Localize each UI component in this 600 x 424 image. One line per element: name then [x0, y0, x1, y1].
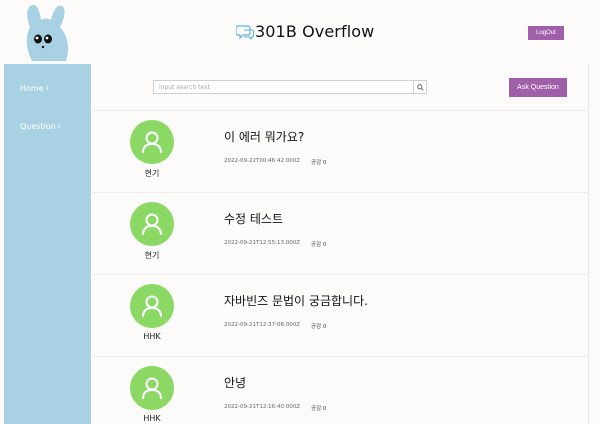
app-title-text: 301B Overflow — [255, 22, 375, 41]
question-title[interactable]: 수정 테스트 — [224, 210, 283, 227]
search-button[interactable] — [413, 80, 427, 94]
user-icon — [142, 295, 162, 318]
logout-button[interactable]: LogOut — [528, 26, 564, 40]
question-item[interactable]: HHK 안녕 2022-09-21T12:16:40.000Z 공감 0 — [91, 357, 589, 424]
avatar[interactable] — [130, 284, 174, 328]
sidebar-item-label: Home — [20, 84, 44, 93]
arrow-down-icon: ⇩ — [56, 123, 62, 130]
author-name[interactable]: 현기 — [130, 250, 174, 261]
search-icon — [416, 83, 424, 91]
like-count: 공감 0 — [311, 406, 327, 412]
question-date: 2022-09-22T00:46:42.000Z — [224, 158, 301, 164]
search-input[interactable] — [153, 80, 413, 94]
author-name[interactable]: 현기 — [130, 168, 174, 179]
avatar[interactable] — [130, 202, 174, 246]
sidebar-item-question[interactable]: Question ⇩ — [20, 122, 62, 131]
search-bar — [153, 80, 427, 94]
avatar[interactable] — [130, 120, 174, 164]
question-title[interactable]: 안녕 — [224, 374, 246, 391]
app-title[interactable]: 301B Overflow — [236, 22, 374, 41]
chat-bubble-icon — [236, 24, 254, 40]
user-icon — [142, 131, 162, 154]
like-count: 공감 0 — [311, 324, 327, 330]
question-meta: 2022-09-21T12:16:40.000Z 공감 0 — [224, 404, 326, 412]
sidebar: Home ⇩ Question ⇩ — [4, 64, 91, 424]
question-item[interactable]: HHK 자바빈즈 문법이 궁금합니다. 2022-09-21T12:37:08.… — [91, 275, 589, 357]
question-meta: 2022-09-21T12:37:08.000Z 공감 0 — [224, 322, 326, 330]
sidebar-item-home[interactable]: Home ⇩ — [20, 84, 50, 93]
author-name[interactable]: HHK — [130, 414, 174, 423]
like-count: 공감 0 — [311, 242, 327, 248]
sidebar-item-label: Question — [20, 122, 56, 131]
arrow-down-icon: ⇩ — [44, 85, 50, 92]
question-date: 2022-09-21T12:55:13.000Z — [224, 240, 301, 246]
user-icon — [142, 213, 162, 236]
toolbar: Ask Question — [91, 64, 589, 111]
main-content: Ask Question 현기 이 에러 뭐가요? 2022-09-22T00:… — [91, 64, 589, 424]
question-item[interactable]: 현기 수정 테스트 2022-09-21T12:55:13.000Z 공감 0 — [91, 193, 589, 275]
question-meta: 2022-09-21T12:55:13.000Z 공감 0 — [224, 240, 326, 248]
author-name[interactable]: HHK — [130, 332, 174, 341]
question-title[interactable]: 이 에러 뭐가요? — [224, 128, 304, 145]
user-icon — [142, 377, 162, 400]
question-meta: 2022-09-22T00:46:42.000Z 공감 0 — [224, 158, 326, 166]
question-date: 2022-09-21T12:16:40.000Z — [224, 404, 301, 410]
question-date: 2022-09-21T12:37:08.000Z — [224, 322, 301, 328]
bunny-logo-icon[interactable] — [22, 3, 74, 61]
question-item[interactable]: 현기 이 에러 뭐가요? 2022-09-22T00:46:42.000Z 공감… — [91, 111, 589, 193]
header: 301B Overflow LogOut — [0, 0, 600, 64]
question-title[interactable]: 자바빈즈 문법이 궁금합니다. — [224, 292, 368, 309]
like-count: 공감 0 — [311, 160, 327, 166]
ask-question-button[interactable]: Ask Question — [509, 78, 567, 97]
avatar[interactable] — [130, 366, 174, 410]
